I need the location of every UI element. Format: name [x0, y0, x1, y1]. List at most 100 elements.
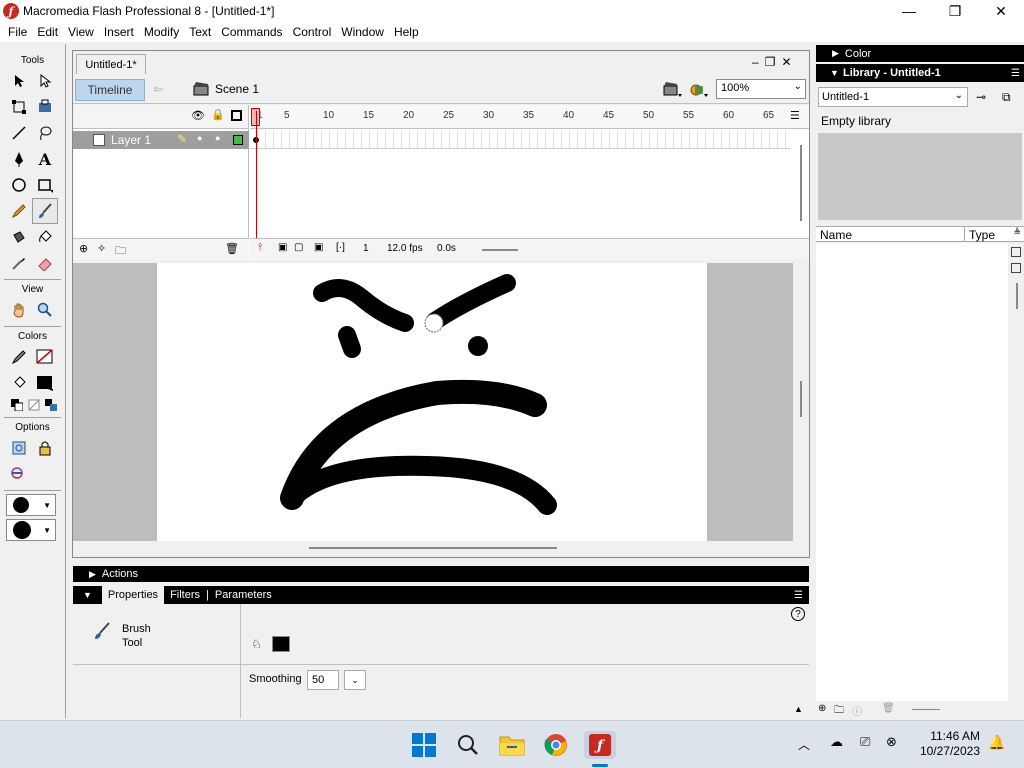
rectangle-tool-icon[interactable] [32, 172, 58, 198]
maximize-button[interactable]: ❐ [932, 0, 978, 22]
lock-dot[interactable]: ● [215, 133, 220, 143]
tab-parameters[interactable]: Parameters [209, 586, 278, 604]
help-icon[interactable]: ? [791, 607, 805, 621]
menu-file[interactable]: File [3, 22, 32, 42]
new-symbol-icon[interactable]: ⊕ [818, 703, 826, 714]
zoom-select[interactable]: 100% ⌄ [716, 79, 806, 99]
onion-outlines-icon[interactable]: ▢ [294, 242, 303, 253]
frame-ruler[interactable]: 1 5 10 15 20 25 30 35 40 45 50 55 60 65 … [250, 105, 809, 129]
lock-icon[interactable]: 🔒 [211, 108, 225, 121]
no-color-icon[interactable] [25, 396, 42, 414]
library-list[interactable] [816, 243, 1008, 701]
network-icon[interactable]: ⊗ [886, 734, 897, 750]
modify-markers-icon[interactable]: [·] [336, 242, 345, 253]
insert-folder-icon[interactable]: 🗀 [115, 242, 126, 261]
ink-bottle-tool-icon[interactable] [6, 224, 32, 250]
free-transform-tool-icon[interactable] [6, 94, 32, 120]
minimize-button[interactable]: — [886, 0, 932, 22]
menu-edit[interactable]: Edit [32, 22, 63, 42]
zoom-tool-icon[interactable] [32, 297, 58, 323]
display-icon[interactable]: ⎚ [860, 734, 870, 750]
new-folder-icon[interactable]: 🗀 [834, 703, 844, 720]
brush-mode-icon[interactable] [6, 461, 32, 487]
fill-color-swatch[interactable] [32, 370, 58, 396]
menu-help[interactable]: Help [389, 22, 424, 42]
col-name[interactable]: Name [820, 228, 852, 242]
properties-icon[interactable]: ⓘ [852, 703, 862, 718]
swap-colors-icon[interactable] [42, 396, 59, 414]
paint-bucket-tool-icon[interactable] [32, 224, 58, 250]
sort-icon[interactable]: ≜ [1013, 227, 1021, 238]
oval-tool-icon[interactable] [6, 172, 32, 198]
menu-window[interactable]: Window [336, 22, 389, 42]
insert-layer-icon[interactable]: ⊕ [79, 242, 88, 255]
outline-color-box[interactable] [233, 135, 243, 145]
eye-icon[interactable]: 👁 [191, 109, 205, 122]
edit-symbols-icon[interactable] [689, 81, 709, 102]
new-library-panel-icon[interactable]: ⧉ [1002, 90, 1011, 105]
eyedropper-tool-icon[interactable] [6, 250, 32, 276]
library-select[interactable]: Untitled-1 ⌄ [818, 87, 968, 107]
timeline-menu-icon[interactable]: ☰ [790, 109, 800, 122]
hand-tool-icon[interactable] [6, 297, 32, 323]
layer-row[interactable]: Layer 1 ✎ ● ● [73, 131, 249, 149]
tab-properties[interactable]: Properties [101, 586, 165, 604]
add-motion-guide-icon[interactable]: ✧ [97, 242, 106, 255]
actions-panel-bar[interactable]: ▶ Actions [73, 566, 809, 582]
pencil-tool-icon[interactable] [6, 198, 32, 224]
menu-control[interactable]: Control [288, 22, 337, 42]
edit-multiple-frames-icon[interactable]: ▣ [314, 242, 323, 253]
pin-library-icon[interactable]: ⊸ [976, 90, 986, 104]
system-clock[interactable]: 11:46 AM 10/27/2023 [920, 729, 980, 759]
smoothing-input[interactable]: 50 [307, 670, 339, 690]
back-arrow-icon[interactable]: ⇦ [153, 82, 169, 98]
lock-fill-icon[interactable] [32, 435, 58, 461]
stroke-color-swatch[interactable] [32, 344, 58, 370]
windows-start-icon[interactable] [410, 731, 438, 759]
text-tool-icon[interactable]: A [32, 146, 58, 172]
black-white-icon[interactable] [8, 396, 25, 414]
selection-tool-icon[interactable] [6, 68, 32, 94]
file-explorer-icon[interactable] [498, 731, 526, 759]
edit-scene-icon[interactable] [663, 81, 683, 102]
pen-tool-icon[interactable] [6, 146, 32, 172]
delete-layer-icon[interactable]: 🗑 [225, 242, 239, 255]
fill-color-picker[interactable] [272, 636, 290, 652]
delete-icon[interactable]: 🗑 [882, 703, 895, 714]
stage-vscrollbar[interactable] [793, 263, 809, 541]
timeline-toggle-button[interactable]: Timeline [75, 79, 145, 101]
doc-close-icon[interactable]: ✕ [781, 55, 791, 69]
timeline-scrollbar[interactable] [800, 145, 802, 221]
gradient-transform-tool-icon[interactable] [32, 94, 58, 120]
color-panel-bar[interactable]: ▶ Color [816, 45, 1024, 62]
close-button[interactable]: ✕ [978, 0, 1024, 22]
smoothing-dropdown[interactable]: ⌄ [344, 670, 366, 690]
line-tool-icon[interactable] [6, 120, 32, 146]
brush-size-select[interactable]: ▼ [6, 494, 56, 516]
expand-icon[interactable]: ▲ [794, 704, 803, 714]
object-drawing-icon[interactable] [6, 435, 32, 461]
search-icon[interactable] [454, 731, 482, 759]
doc-restore-icon[interactable]: ❐ [765, 55, 776, 69]
tab-filters[interactable]: Filters [164, 586, 206, 604]
doc-minimize-icon[interactable]: – [752, 55, 759, 69]
frames-row[interactable] [250, 131, 790, 149]
stage-hscrollbar[interactable] [73, 541, 793, 555]
notification-bell-icon[interactable]: 🔔 [988, 734, 1005, 751]
document-tab[interactable]: Untitled-1* [76, 54, 146, 74]
panel-menu-icon[interactable]: ☰ [794, 590, 803, 601]
flash-taskbar-icon[interactable]: ƒ [584, 731, 616, 759]
center-frame-icon[interactable]: ⫯ [258, 242, 262, 253]
menu-insert[interactable]: Insert [99, 22, 139, 42]
chevron-up-icon[interactable]: ︿ [798, 736, 810, 753]
collapse-arrow-icon[interactable]: ▼ [73, 590, 102, 600]
library-panel-bar[interactable]: ▼ Library - Untitled-1 ☰ [816, 64, 1024, 82]
library-scrollbar[interactable] [1009, 243, 1024, 701]
eraser-tool-icon[interactable] [32, 250, 58, 276]
fill-color-icon[interactable] [6, 370, 32, 396]
outline-icon[interactable] [231, 110, 242, 121]
lasso-tool-icon[interactable] [32, 120, 58, 146]
library-hscroll[interactable] [912, 709, 940, 710]
stage-canvas[interactable] [157, 263, 707, 541]
weather-icon[interactable]: ☁ [830, 734, 843, 750]
